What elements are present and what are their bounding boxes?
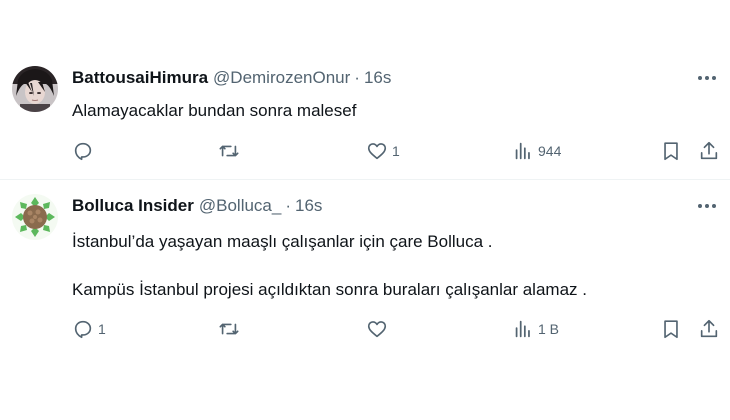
separator-dot: · [354,68,360,87]
like-button[interactable]: 1 [366,139,400,163]
tweet-text: İstanbul’da yaşayan maaşlı çalışanlar iç… [72,230,710,302]
views-button[interactable]: 944 [512,139,561,163]
tweet-1[interactable]: BattousaiHimura @DemirozenOnur · 16s Ala… [0,52,730,178]
like-count: 1 [392,143,400,159]
separator-dot: · [285,196,292,215]
share-upload-icon [698,140,720,162]
reply-button[interactable] [72,139,98,163]
display-name[interactable]: Bolluca Insider [72,196,194,216]
views-button[interactable]: 1 B [512,317,559,341]
retweet-button[interactable] [218,139,244,163]
more-horizontal-icon[interactable] [696,196,718,216]
more-horizontal-icon[interactable] [696,68,718,88]
timestamp[interactable]: 16s [295,196,322,216]
tweet-header: Bolluca Insider @Bolluca_ · 16s [72,194,690,218]
tweet-text-line: İstanbul’da yaşayan maaşlı çalışanlar iç… [72,232,493,251]
avatar[interactable] [12,66,58,112]
bookmark-icon [660,318,682,340]
user-handle[interactable]: @DemirozenOnur [213,68,350,88]
heart-icon [366,140,388,162]
reply-bubble-icon [72,318,94,340]
tweet-actions: 1 1 B [72,317,718,341]
retweet-icon [218,140,240,162]
views-bar-chart-icon [512,140,534,162]
share-upload-icon [698,318,720,340]
tweet-text-line: Kampüs İstanbul projesi açıldıktan sonra… [72,280,587,299]
retweet-button[interactable] [218,317,244,341]
tweet-text: Alamayacaklar bundan sonra malesef [72,99,710,123]
display-name[interactable]: BattousaiHimura [72,68,208,88]
heart-icon [366,318,388,340]
avatar-image [12,194,58,240]
tweet-actions: 1 944 [72,139,718,163]
views-count: 1 B [538,321,560,337]
views-bar-chart-icon [512,318,534,340]
views-count: 944 [538,143,562,159]
reply-bubble-icon [72,140,94,162]
tweet-2[interactable]: Bolluca Insider @Bolluca_ · 16s İstanbul… [0,180,730,360]
avatar[interactable] [12,194,58,240]
tweet-text-line: Alamayacaklar bundan sonra malesef [72,101,357,120]
retweet-icon [218,318,240,340]
reply-count: 1 [98,321,106,337]
reply-button[interactable]: 1 [72,317,106,341]
like-button[interactable] [366,317,392,341]
user-handle[interactable]: @Bolluca_ [199,196,281,216]
share-button[interactable] [698,317,720,341]
share-button[interactable] [698,139,720,163]
bookmark-button[interactable] [660,139,682,163]
timestamp[interactable]: 16s [364,68,391,88]
tweet-header: BattousaiHimura @DemirozenOnur · 16s [72,66,690,90]
bookmark-button[interactable] [660,317,682,341]
avatar-image [12,66,58,112]
bookmark-icon [660,140,682,162]
